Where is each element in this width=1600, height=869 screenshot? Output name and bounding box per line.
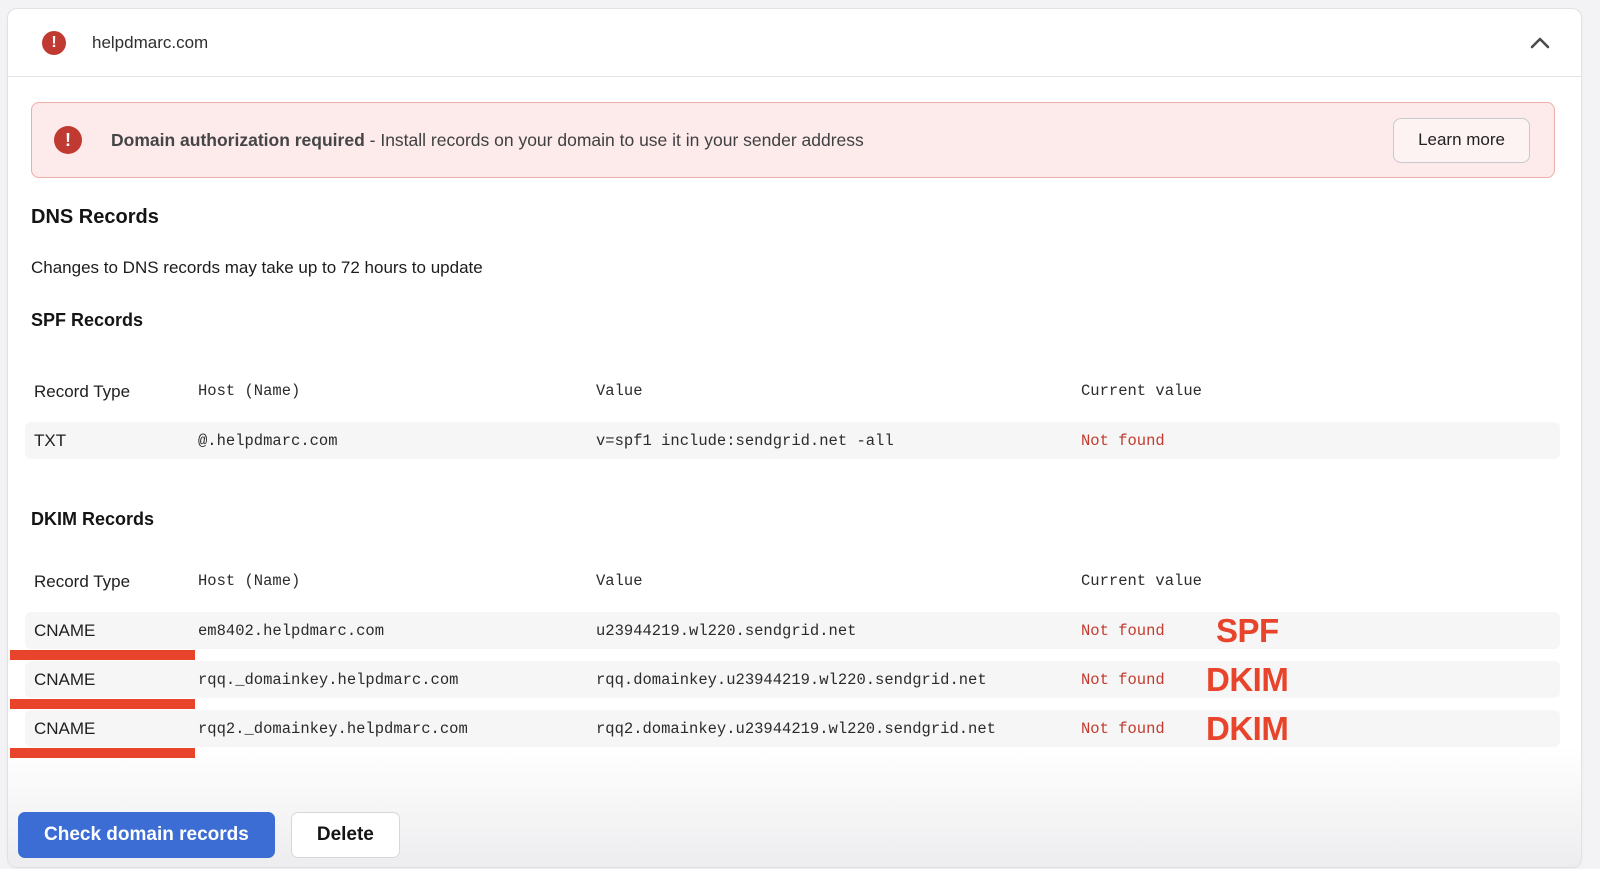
page: ! helpdmarc.com ! Domain authorization r… [0,0,1600,869]
record-type: CNAME [34,620,96,640]
domain-name: helpdmarc.com [92,32,209,52]
dkim-records-heading: DKIM Records [31,509,155,529]
col-record-type: Record Type [34,382,131,401]
accordion-header[interactable]: ! helpdmarc.com [8,9,1581,77]
dkim-table-row: CNAME em8402.helpdmarc.com u23944219.wl2… [10,611,1560,660]
col-current-value: Current value [1081,572,1202,590]
red-underline-annotation [10,748,195,758]
chevron-up-icon[interactable] [1529,36,1551,50]
spf-table-row: TXT @.helpdmarc.com v=spf1 include:sendg… [25,422,1560,459]
col-value: Value [596,382,643,400]
dkim-annotation-label: DKIM [1206,709,1289,747]
learn-more-button[interactable]: Learn more [1393,117,1530,163]
red-underline-annotation [10,650,195,660]
accordion-body: ! Domain authorization required - Instal… [8,77,1581,858]
record-type: CNAME [34,718,96,738]
alert-error-icon: ! [54,126,82,154]
col-host: Host (Name) [198,382,301,400]
spf-table: Record Type Host (Name) Value Current va… [25,382,1560,459]
record-type: CNAME [34,669,96,689]
spf-table-header: Record Type Host (Name) Value Current va… [25,382,1560,402]
domain-accordion-card: ! helpdmarc.com ! Domain authorization r… [7,8,1582,868]
col-record-type: Record Type [34,572,131,591]
red-underline-annotation [10,699,195,709]
spf-annotation-label: SPF [1216,611,1279,649]
record-host: rqq2._domainkey.helpdmarc.com [198,719,468,738]
col-host: Host (Name) [198,572,301,590]
record-value: u23944219.wl220.sendgrid.net [596,621,857,640]
record-current-status: Not found [1081,670,1165,689]
dns-records-heading: DNS Records [31,206,159,228]
dns-update-note: Changes to DNS records may take up to 72… [31,258,483,277]
record-value: v=spf1 include:sendgrid.net -all [596,431,894,450]
footer-actions: Check domain records Delete [18,812,1581,858]
record-host: @.helpdmarc.com [198,431,338,450]
record-host: em8402.helpdmarc.com [198,621,385,640]
dkim-table-row: CNAME rqq._domainkey.helpdmarc.com rqq.d… [10,660,1560,709]
dkim-annotation-label: DKIM [1206,660,1289,698]
record-value: rqq.domainkey.u23944219.wl220.sendgrid.n… [596,670,987,689]
col-value: Value [596,572,643,590]
delete-button[interactable]: Delete [290,812,400,858]
dkim-table-header: Record Type Host (Name) Value Current va… [25,572,1560,592]
dkim-table: Record Type Host (Name) Value Current va… [10,572,1560,758]
error-status-icon: ! [42,30,66,55]
alert-message: Domain authorization required - Install … [111,130,864,151]
record-value: rqq2.domainkey.u23944219.wl220.sendgrid.… [596,719,996,738]
record-type: TXT [34,430,67,450]
dkim-table-row: CNAME rqq2._domainkey.helpdmarc.com rqq2… [10,709,1560,758]
alert-title: Domain authorization required [111,129,365,150]
record-host: rqq._domainkey.helpdmarc.com [198,670,459,689]
check-domain-records-button[interactable]: Check domain records [18,812,275,858]
record-current-status: Not found [1081,719,1165,738]
col-current-value: Current value [1081,382,1202,400]
spf-records-heading: SPF Records [31,310,144,330]
domain-authorization-alert: ! Domain authorization required - Instal… [31,102,1555,178]
record-current-status: Not found [1081,431,1165,450]
alert-detail: - Install records on your domain to use … [364,129,864,150]
record-current-status: Not found [1081,621,1165,640]
